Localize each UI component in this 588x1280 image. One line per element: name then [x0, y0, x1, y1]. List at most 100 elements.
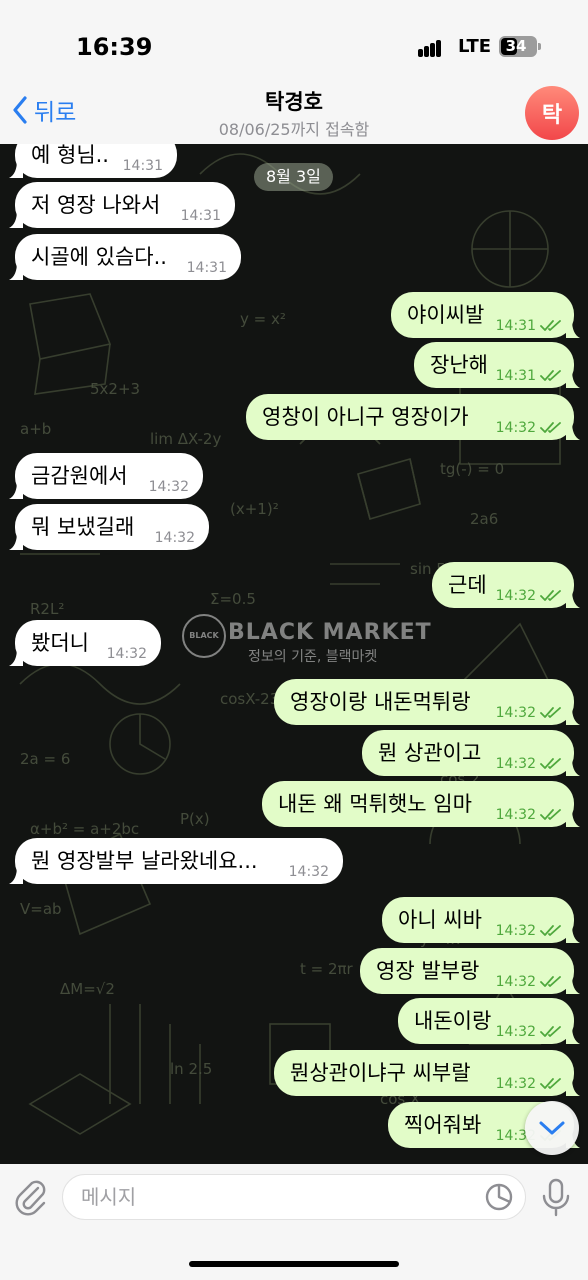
message-time: 14:32 — [495, 705, 536, 721]
watermark-subtitle: 정보의 기준, 블랙마켓 — [248, 649, 378, 665]
outgoing-message[interactable]: 장난해 14:31 — [414, 342, 580, 388]
outgoing-message[interactable]: 뭔 상관이고 14:32 — [362, 730, 580, 776]
bubble-tail — [566, 1026, 580, 1044]
message-time: 14:32 — [106, 646, 147, 662]
chat-title[interactable]: 탁경호 — [0, 86, 588, 116]
message-text: 예 형님.. — [31, 144, 109, 167]
message-text: 시골에 있슴다.. — [31, 245, 167, 269]
scroll-down-button[interactable] — [525, 1101, 579, 1155]
message-time: 14:31 — [180, 208, 221, 224]
bubble-tail — [9, 160, 23, 178]
svg-text:(x+1)²: (x+1)² — [230, 500, 279, 518]
avatar[interactable]: 탁 — [525, 86, 579, 140]
svg-text:t = 2πr: t = 2πr — [300, 960, 354, 978]
double-check-icon — [540, 758, 561, 769]
double-check-icon — [540, 707, 561, 718]
outgoing-message[interactable]: 근데 14:32 — [432, 562, 580, 608]
signal-icon — [418, 38, 442, 57]
message-text: 뭔상관이냐구 씨부랄 — [290, 1061, 471, 1085]
last-seen-status: 08/06/25까지 접속함 — [218, 120, 370, 139]
bubble-tail — [9, 532, 23, 550]
incoming-message[interactable]: 저 영장 나와서 14:31 — [9, 182, 235, 228]
message-time: 14:31 — [122, 158, 163, 174]
outgoing-message[interactable]: 뭔상관이냐구 씨부랄 14:32 — [274, 1050, 580, 1096]
message-text: 야이씨발 — [407, 303, 485, 327]
message-text: 영장이랑 내돈먹튀랑 — [290, 690, 471, 714]
message-time: 14:32 — [495, 974, 536, 990]
message-text: 아니 씨바 — [398, 908, 482, 932]
message-time: 14:32 — [495, 807, 536, 823]
message-text: 봤더니 — [31, 631, 89, 655]
network-label: LTE — [458, 36, 492, 57]
chevron-down-icon — [539, 1121, 565, 1135]
battery-level: 34 — [505, 37, 527, 55]
message-text: 근데 — [448, 573, 487, 597]
svg-text:Σ=0.5: Σ=0.5 — [210, 590, 256, 608]
chat-header: 뒤로 탁경호 08/06/25까지 접속함 탁 — [0, 82, 588, 144]
double-check-icon — [540, 590, 561, 601]
double-check-icon — [540, 320, 561, 331]
double-check-icon — [540, 976, 561, 987]
message-input[interactable]: 메시지 — [62, 1174, 526, 1220]
outgoing-message[interactable]: 내돈 왜 먹튀햇노 임마 14:32 — [262, 781, 580, 827]
svg-text:ln 2.5: ln 2.5 — [170, 1060, 212, 1078]
svg-text:5x2+3: 5x2+3 — [90, 380, 140, 398]
incoming-message[interactable]: 금감원에서 14:32 — [9, 453, 203, 499]
bubble-tail — [566, 422, 580, 440]
outgoing-message[interactable]: 야이씨발 14:31 — [391, 292, 580, 338]
paperclip-icon[interactable] — [14, 1178, 48, 1216]
message-text: 내돈 왜 먹튀햇노 임마 — [278, 792, 472, 816]
incoming-message[interactable]: 뭔 영장발부 날라왔네요... 14:32 — [9, 838, 343, 884]
message-text: 뭐 보냈길래 — [31, 515, 135, 539]
svg-text:V=ab: V=ab — [20, 900, 62, 918]
message-time: 14:32 — [495, 588, 536, 604]
watermark-logo: BLACK — [182, 614, 226, 658]
bubble-tail — [566, 320, 580, 338]
double-check-icon — [540, 1078, 561, 1089]
message-time: 14:32 — [495, 1024, 536, 1040]
outgoing-message[interactable]: 영창이 아니구 영장이가 14:32 — [246, 394, 580, 440]
svg-text:α+b² = a+2bc: α+b² = a+2bc — [30, 820, 139, 838]
svg-text:a+b: a+b — [20, 420, 51, 438]
bubble-tail — [566, 925, 580, 943]
message-time: 14:32 — [495, 420, 536, 436]
message-text: 영장 발부랑 — [376, 959, 480, 983]
incoming-message[interactable]: 예 형님.. 14:31 — [9, 144, 177, 178]
message-text: 금감원에서 — [31, 464, 128, 488]
message-time: 14:31 — [186, 260, 227, 276]
bubble-tail — [566, 370, 580, 388]
message-time: 14:32 — [495, 1076, 536, 1092]
svg-text:2a = 6: 2a = 6 — [20, 750, 70, 768]
status-bar: 16:39 LTE 34 — [0, 0, 588, 82]
message-text: 내돈이랑 — [414, 1009, 492, 1033]
sticker-icon[interactable] — [484, 1182, 514, 1212]
watermark-title: BLACK MARKET — [228, 620, 432, 645]
outgoing-message[interactable]: 아니 씨바 14:32 — [382, 897, 580, 943]
svg-text:ΔM=√2: ΔM=√2 — [60, 980, 115, 998]
microphone-icon[interactable] — [541, 1178, 571, 1218]
incoming-message[interactable]: 봤더니 14:32 — [9, 620, 161, 666]
bubble-tail — [566, 1078, 580, 1096]
battery-icon: 34 — [499, 36, 541, 57]
chat-area[interactable]: a+blim ΔX-2y y = x²sinα R2L²Σ=0.5 tg(-) … — [0, 144, 588, 1164]
date-separator: 8월 3일 — [254, 163, 333, 191]
double-check-icon — [540, 370, 561, 381]
message-text: 찍어줘봐 — [404, 1113, 482, 1137]
bubble-tail — [566, 707, 580, 725]
message-time: 14:32 — [495, 756, 536, 772]
svg-text:R2L²: R2L² — [30, 600, 64, 618]
outgoing-message[interactable]: 영장 발부랑 14:32 — [360, 948, 580, 994]
bubble-tail — [9, 648, 23, 666]
svg-text:y = x²: y = x² — [240, 310, 286, 328]
message-time: 14:31 — [495, 318, 536, 334]
message-time: 14:32 — [495, 923, 536, 939]
message-time: 14:31 — [495, 368, 536, 384]
bubble-tail — [566, 809, 580, 827]
bubble-tail — [9, 262, 23, 280]
outgoing-message[interactable]: 영장이랑 내돈먹튀랑 14:32 — [274, 679, 580, 725]
outgoing-message[interactable]: 내돈이랑 14:32 — [398, 998, 580, 1044]
incoming-message[interactable]: 뭐 보냈길래 14:32 — [9, 504, 209, 550]
double-check-icon — [540, 809, 561, 820]
incoming-message[interactable]: 시골에 있슴다.. 14:31 — [9, 234, 241, 280]
bubble-tail — [566, 976, 580, 994]
